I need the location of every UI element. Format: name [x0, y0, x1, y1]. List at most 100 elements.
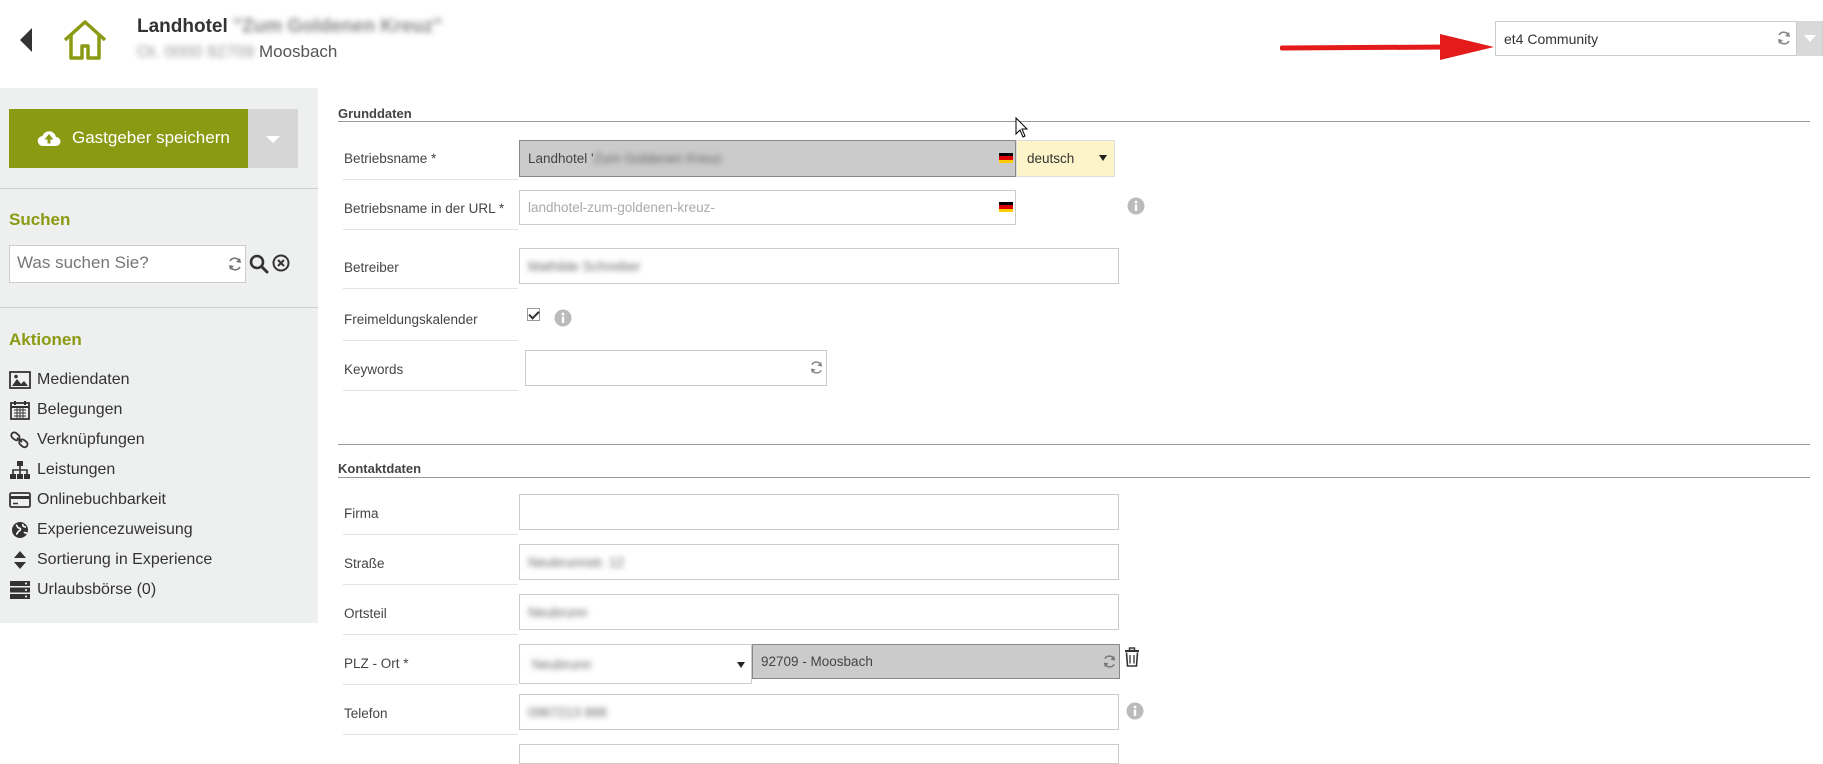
search-icon[interactable] — [249, 254, 269, 274]
betreiber-blurred: Mathilde Schreiber — [528, 258, 641, 274]
betriebsname-value: Landhotel ' — [528, 151, 594, 166]
label-keywords: Keywords — [344, 362, 404, 377]
telefon-field[interactable]: 0967213 888 — [519, 694, 1119, 730]
row-divider — [343, 340, 518, 341]
action-label: Leistungen — [37, 461, 116, 478]
label-betreiber: Betreiber — [344, 260, 399, 275]
community-select-value: et4 Community — [1504, 31, 1599, 47]
label-telefon: Telefon — [344, 706, 388, 721]
action-label: Experiencezuweisung — [37, 521, 193, 538]
language-select-value: deutsch — [1027, 151, 1075, 166]
globe-icon — [12, 522, 28, 538]
row-divider — [343, 584, 518, 585]
sitemap-icon — [10, 461, 30, 479]
action-onlinebuchbarkeit[interactable]: Onlinebuchbarkeit — [9, 485, 212, 515]
url-placeholder: landhotel-zum-goldenen-kreuz- — [528, 200, 715, 215]
row-divider — [343, 179, 518, 180]
home-icon[interactable] — [62, 18, 108, 62]
plz-ort-value: 92709 - Moosbach — [761, 654, 873, 669]
firma-field[interactable] — [519, 494, 1119, 530]
row-divider — [343, 734, 518, 735]
save-host-button[interactable]: Gastgeber speichern — [9, 109, 248, 168]
search-input[interactable] — [10, 246, 210, 280]
actions-list: Mediendaten Belegungen Verknüpfungen Lei… — [9, 365, 212, 605]
action-label: Mediendaten — [37, 371, 130, 388]
section-divider — [338, 121, 1810, 122]
refresh-icon[interactable] — [1776, 30, 1792, 46]
label-firma: Firma — [344, 506, 379, 521]
community-select[interactable]: et4 Community — [1495, 21, 1823, 56]
label-freimeldungskalender: Freimeldungskalender — [344, 312, 478, 327]
page-header: Landhotel "Zum Goldenen Kreuz" Ot. 0000 … — [0, 0, 1823, 88]
clear-icon[interactable] — [272, 254, 290, 272]
freimeldung-checkbox[interactable] — [527, 308, 540, 321]
trash-icon[interactable] — [1124, 647, 1140, 667]
section-divider — [338, 444, 1810, 445]
plz-ortsteil-select[interactable]: Neubrunn — [519, 644, 752, 684]
info-icon[interactable] — [554, 309, 572, 327]
action-verknuepfungen[interactable]: Verknüpfungen — [9, 425, 212, 455]
action-leistungen[interactable]: Leistungen — [9, 455, 212, 485]
refresh-icon[interactable] — [1102, 654, 1117, 669]
title-prefix: Landhotel — [137, 16, 228, 37]
next-field-partial[interactable] — [519, 744, 1119, 764]
language-select[interactable]: deutsch — [1016, 140, 1115, 177]
actions-heading: Aktionen — [9, 330, 82, 349]
action-experiencezuweisung[interactable]: Experiencezuweisung — [9, 515, 212, 545]
subtitle-city: Moosbach — [258, 42, 338, 61]
community-dropdown-toggle[interactable] — [1796, 21, 1822, 56]
label-strasse: Straße — [344, 556, 385, 571]
credit-card-icon — [9, 492, 31, 508]
keywords-input[interactable] — [525, 350, 827, 386]
action-sortierung[interactable]: Sortierung in Experience — [9, 545, 212, 575]
sort-icon — [14, 551, 26, 569]
plz-ort-field[interactable]: 92709 - Moosbach — [752, 644, 1120, 679]
german-flag-icon — [999, 153, 1013, 163]
link-icon — [10, 431, 29, 449]
label-betriebsname: Betriebsname * — [344, 151, 437, 166]
section-title-kontaktdaten: Kontaktdaten — [338, 461, 422, 476]
image-icon — [9, 371, 31, 389]
page-subtitle: Ot. 0000 92709 Moosbach — [137, 42, 337, 62]
calendar-icon — [10, 401, 30, 420]
label-plz-ort: PLZ - Ort * — [344, 656, 409, 671]
german-flag-icon — [999, 202, 1013, 212]
refresh-icon[interactable] — [809, 360, 824, 375]
betriebsname-blurred: Zum Goldenen Kreuz — [593, 151, 722, 166]
row-divider — [343, 288, 518, 289]
subtitle-blurred: Ot. 0000 92709 — [137, 42, 255, 61]
row-divider — [343, 634, 518, 635]
betreiber-field[interactable]: Mathilde Schreiber — [519, 248, 1119, 284]
search-box — [9, 245, 246, 283]
telefon-blurred: 0967213 888 — [528, 704, 607, 720]
sidebar-divider — [0, 307, 318, 308]
red-arrow-annotation — [1280, 34, 1494, 60]
back-arrow-icon[interactable] — [18, 26, 34, 54]
action-label: Urlaubsbörse (0) — [37, 581, 157, 598]
action-label: Onlinebuchbarkeit — [37, 491, 166, 508]
row-divider — [343, 534, 518, 535]
sidebar: Gastgeber speichern Suchen Aktionen Medi… — [0, 88, 318, 623]
action-belegungen[interactable]: Belegungen — [9, 395, 212, 425]
mouse-cursor-icon — [1015, 117, 1029, 138]
refresh-icon[interactable] — [227, 256, 243, 272]
title-blurred: "Zum Goldenen Kreuz" — [233, 16, 443, 37]
action-label: Verknüpfungen — [37, 431, 145, 448]
info-icon[interactable] — [1126, 702, 1144, 720]
chevron-down-icon — [737, 662, 745, 668]
section-title-grunddaten: Grunddaten — [338, 106, 412, 121]
save-options-dropdown[interactable] — [248, 109, 298, 168]
sidebar-divider — [0, 188, 318, 189]
betriebsname-field[interactable]: Landhotel ' Zum Goldenen Kreuz — [519, 140, 1016, 177]
section-divider — [338, 477, 1810, 478]
url-field[interactable]: landhotel-zum-goldenen-kreuz- — [519, 190, 1016, 225]
info-icon[interactable] — [1127, 197, 1145, 215]
row-divider — [343, 684, 518, 685]
action-mediendaten[interactable]: Mediendaten — [9, 365, 212, 395]
row-divider — [343, 390, 518, 391]
action-urlaubsboerse[interactable]: Urlaubsbörse (0) — [9, 575, 212, 605]
strasse-field[interactable]: Neubrunnstr. 12 — [519, 544, 1119, 580]
ortsteil-field[interactable]: Neubrunn — [519, 594, 1119, 630]
label-ortsteil: Ortsteil — [344, 606, 387, 621]
strasse-blurred: Neubrunnstr. 12 — [528, 554, 625, 570]
